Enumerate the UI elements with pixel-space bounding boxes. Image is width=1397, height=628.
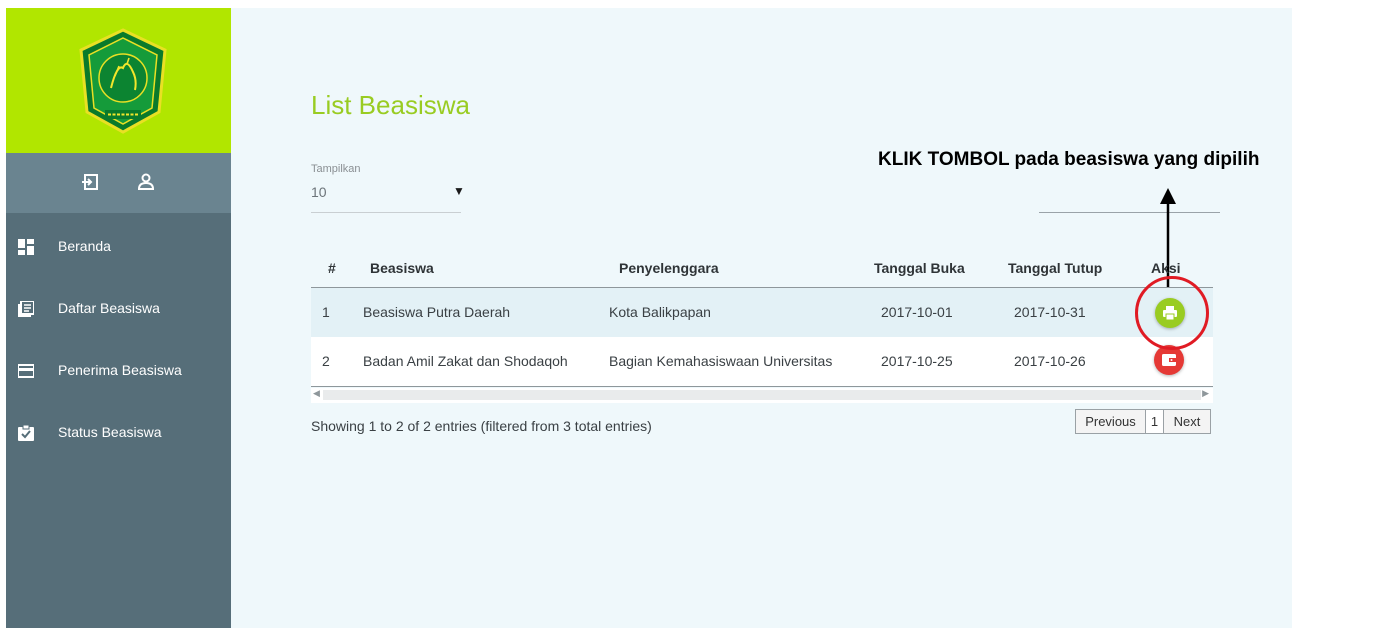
table-row: 1 Beasiswa Putra Daerah Kota Balikpapan … — [311, 288, 1213, 337]
page-1-button[interactable]: 1 — [1145, 409, 1164, 434]
sidebar-item-label: Beranda — [58, 238, 111, 254]
highlight-ring — [1135, 276, 1209, 350]
dashboard-icon — [18, 239, 34, 255]
page-title: List Beasiswa — [311, 90, 470, 120]
cell-beasiswa: Badan Amil Zakat dan Shodaqoh — [363, 353, 568, 369]
length-label: Tampilkan — [311, 163, 361, 175]
column-header[interactable]: Tanggal Tutup — [1008, 260, 1102, 276]
cell-penyelenggara: Bagian Kemahasiswaan Universitas — [609, 353, 833, 369]
length-select[interactable]: 10 ▼ — [311, 180, 465, 213]
user-icon[interactable] — [136, 172, 156, 192]
scrollbar-thumb[interactable] — [323, 390, 1201, 400]
table-info: Showing 1 to 2 of 2 entries (filtered fr… — [311, 418, 652, 434]
length-select-value: 10 — [311, 184, 327, 200]
clipboard-check-icon — [18, 425, 34, 441]
cell-penyelenggara: Kota Balikpapan — [609, 304, 711, 320]
cell-beasiswa: Beasiswa Putra Daerah — [363, 304, 511, 320]
row-number: 2 — [322, 353, 330, 369]
sidebar-item-status-beasiswa[interactable]: Status Beasiswa — [6, 421, 231, 451]
caret-down-icon: ▼ — [453, 184, 465, 198]
column-header[interactable]: Beasiswa — [370, 260, 434, 276]
card-icon — [18, 364, 34, 378]
university-seal-logo[interactable] — [77, 28, 169, 134]
sidebar-item-label: Status Beasiswa — [58, 424, 162, 440]
column-header[interactable]: # — [328, 260, 336, 276]
previous-button[interactable]: Previous — [1075, 409, 1146, 434]
row-number: 1 — [322, 304, 330, 320]
sidebar-item-beranda[interactable]: Beranda — [6, 235, 231, 265]
sidebar-icon-bar — [6, 153, 231, 213]
column-header[interactable]: Penyelenggara — [619, 260, 719, 276]
cell-tanggal-tutup: 2017-10-31 — [1014, 304, 1086, 320]
column-header[interactable]: Tanggal Buka — [874, 260, 965, 276]
scroll-right-icon[interactable]: ▶ — [1202, 388, 1209, 399]
login-icon[interactable] — [80, 172, 100, 192]
sidebar-item-label: Penerima Beasiswa — [58, 362, 182, 378]
sidebar-item-label: Daftar Beasiswa — [58, 300, 160, 316]
cell-tanggal-buka: 2017-10-01 — [881, 304, 953, 320]
table-row: 2 Badan Amil Zakat dan Shodaqoh Bagian K… — [311, 337, 1213, 387]
sidebar-item-penerima-beasiswa[interactable]: Penerima Beasiswa — [6, 359, 231, 389]
cell-tanggal-buka: 2017-10-25 — [881, 353, 953, 369]
logo-area — [6, 8, 231, 153]
list-icon — [18, 301, 34, 317]
sidebar-item-daftar-beasiswa[interactable]: Daftar Beasiswa — [6, 297, 231, 327]
cell-tanggal-tutup: 2017-10-26 — [1014, 353, 1086, 369]
horizontal-scrollbar[interactable]: ◀ ▶ — [311, 388, 1213, 403]
table-header-row: # Beasiswa Penyelenggara Tanggal Buka Ta… — [311, 246, 1213, 288]
app-window: Beranda Daftar Beasiswa Penerima Beasisw… — [0, 0, 1397, 628]
annotation-text: KLIK TOMBOL pada beasiswa yang dipilih — [878, 149, 1260, 170]
sidebar: Beranda Daftar Beasiswa Penerima Beasisw… — [6, 8, 231, 628]
search-input[interactable] — [1039, 212, 1220, 213]
next-button[interactable]: Next — [1163, 409, 1211, 434]
column-header[interactable]: Aksi — [1151, 260, 1181, 276]
wallet-icon — [1162, 354, 1176, 366]
scroll-left-icon[interactable]: ◀ — [313, 388, 320, 399]
